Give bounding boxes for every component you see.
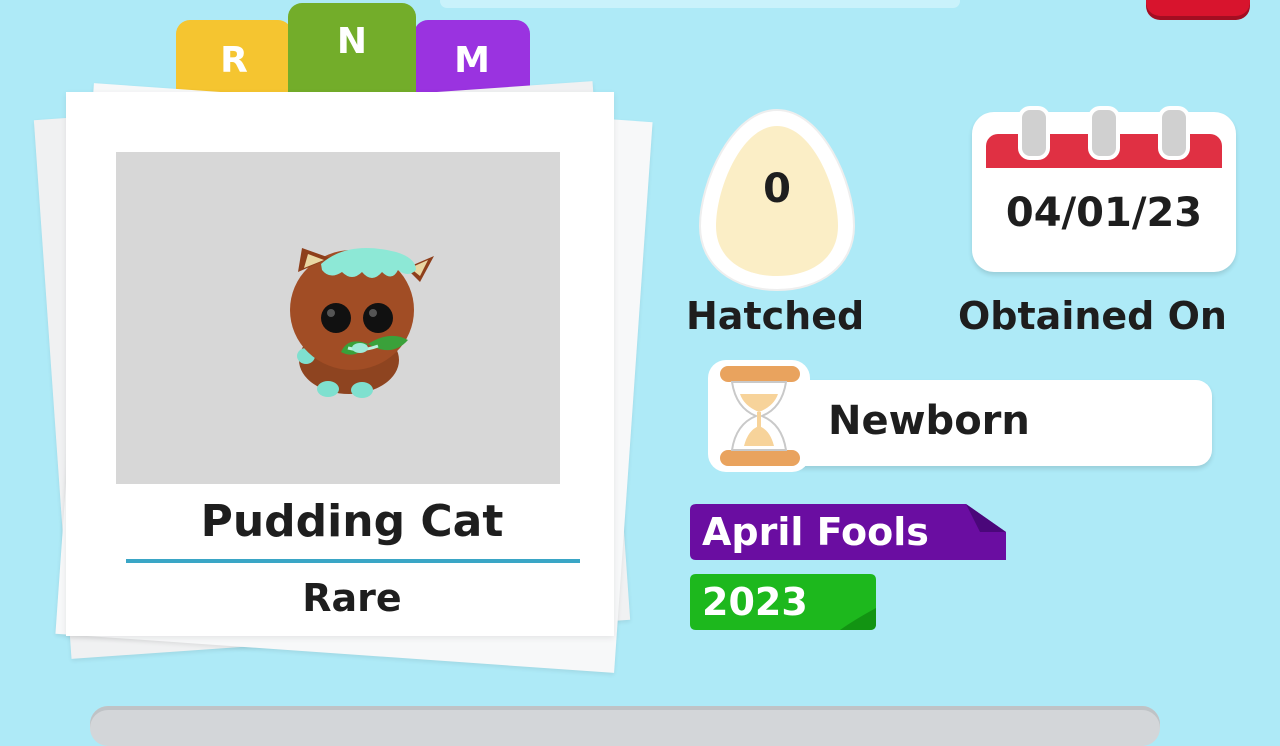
obtained-label: Obtained On (958, 294, 1227, 338)
year-tag-label: 2023 (702, 580, 808, 624)
tab-n[interactable]: N (288, 3, 416, 99)
hatched-label: Hatched (686, 294, 865, 338)
pet-card: Pudding Cat Rare (66, 92, 614, 636)
calendar-ring-icon (1018, 106, 1050, 160)
event-tag: April Fools (690, 504, 1006, 562)
age-pill: Newborn (780, 380, 1212, 466)
pet-image-frame (116, 152, 560, 484)
tab-r-label: R (220, 40, 248, 81)
tab-m-label: M (454, 40, 490, 81)
calendar-ring-icon (1088, 106, 1120, 160)
event-tag-label: April Fools (702, 510, 929, 554)
calendar-ring-icon (1158, 106, 1190, 160)
tab-r[interactable]: R (176, 20, 292, 100)
close-button[interactable] (1146, 0, 1250, 16)
obtained-date: 04/01/23 (1005, 190, 1203, 236)
bottom-bar (90, 706, 1160, 746)
year-tag: 2023 (690, 574, 876, 632)
pet-rarity: Rare (302, 576, 402, 620)
age-label: Newborn (828, 398, 1030, 444)
hourglass-icon (704, 356, 814, 476)
hatched-count: 0 (763, 166, 791, 212)
calendar-icon: 04/01/23 (972, 106, 1236, 272)
divider (126, 559, 580, 563)
top-strip (440, 0, 960, 8)
tab-n-label: N (336, 21, 368, 62)
pet-name: Pudding Cat (200, 496, 504, 547)
pudding-cat-icon (290, 248, 434, 398)
hatched-stat: 0 (694, 104, 860, 294)
